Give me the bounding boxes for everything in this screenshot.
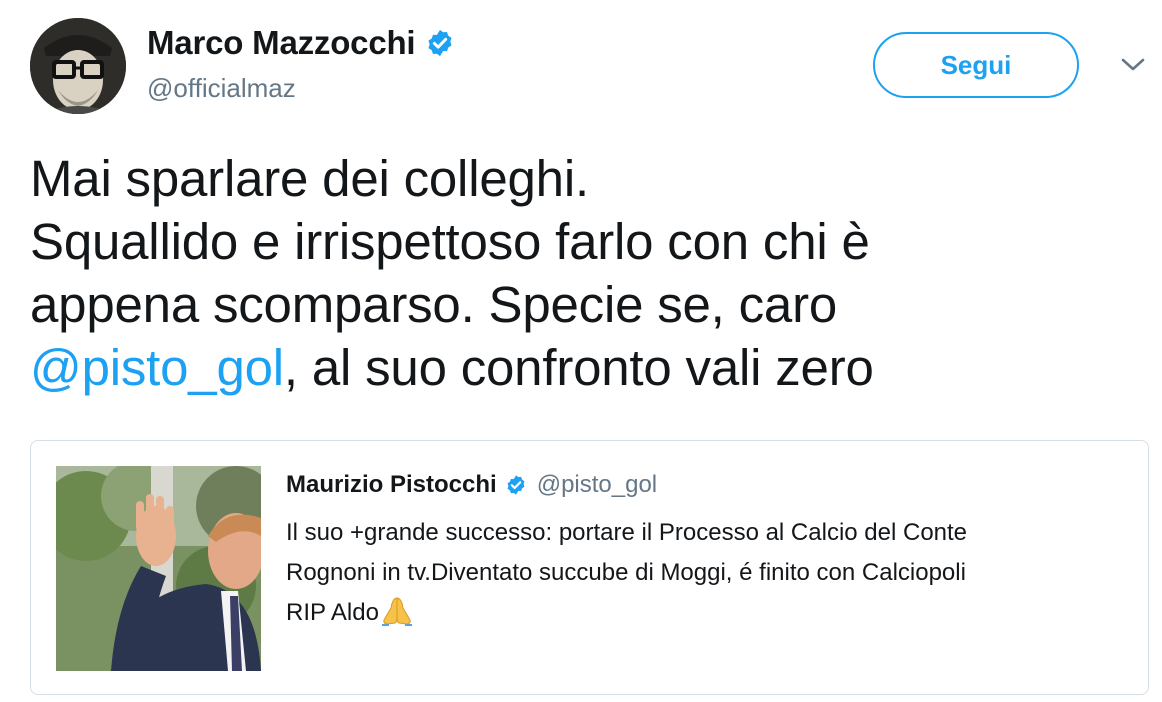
quoted-text-line: RIP Aldo: [286, 593, 1136, 633]
tweet-card: Marco Mazzocchi @officialmaz Segui Mai s…: [0, 0, 1162, 702]
quoted-tweet-text: Il suo +grande successo: portare il Proc…: [286, 513, 1136, 633]
author-handle[interactable]: @officialmaz: [147, 73, 296, 104]
author-avatar[interactable]: [30, 18, 126, 114]
tweet-text-line: Mai sparlare dei colleghi.: [30, 150, 589, 207]
chevron-down-icon[interactable]: [1120, 56, 1146, 74]
tweet-text-fragment: , al suo confronto vali zero: [283, 339, 874, 396]
tweet-text-line: Squallido e irrispettoso farlo con chi è: [30, 213, 870, 270]
tweet-text-line: appena scomparso. Specie se, caro: [30, 276, 838, 333]
tweet-text: Mai sparlare dei colleghi. Squallido e i…: [30, 147, 1140, 399]
author-name-row[interactable]: Marco Mazzocchi: [147, 24, 455, 62]
quoted-tweet-image: [56, 466, 261, 671]
photo-man-waving-icon: [56, 466, 261, 671]
verified-badge-icon: [425, 28, 455, 58]
quoted-display-name[interactable]: Maurizio Pistocchi: [286, 471, 497, 499]
quoted-tweet-header: Maurizio Pistocchi @pisto_gol: [286, 471, 657, 499]
quoted-tweet[interactable]: Maurizio Pistocchi @pisto_gol Il suo +gr…: [30, 440, 1149, 695]
follow-button[interactable]: Segui: [873, 32, 1079, 98]
folded-hands-emoji-icon: [380, 596, 414, 626]
quoted-text-fragment: RIP Aldo: [286, 599, 379, 626]
quoted-text-line: Il suo +grande successo: portare il Proc…: [286, 519, 968, 546]
quoted-text-line: Rognoni in tv.Diventato succube di Moggi…: [286, 559, 966, 586]
tweet-text-line: @pisto_gol, al suo confronto vali zero: [30, 336, 1140, 399]
quoted-handle[interactable]: @pisto_gol: [537, 471, 657, 499]
author-display-name[interactable]: Marco Mazzocchi: [147, 24, 416, 62]
mention-link[interactable]: @pisto_gol: [30, 339, 284, 396]
verified-badge-icon: [505, 474, 527, 496]
avatar-photo-icon: [30, 18, 126, 114]
